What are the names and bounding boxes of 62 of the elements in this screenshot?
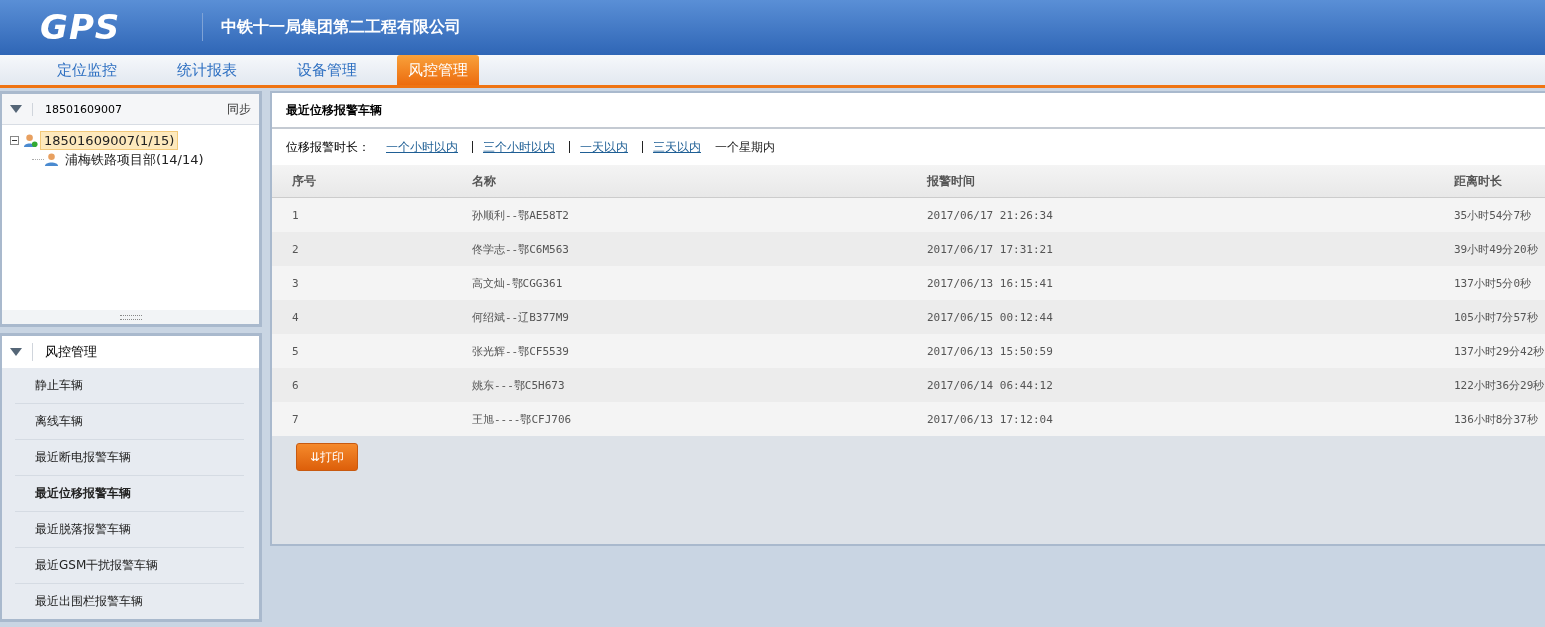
table-cell-text: 2017/06/17 21:26:34: [927, 208, 1054, 222]
menu-item[interactable]: 最近GSM干扰报警车辆: [15, 548, 244, 584]
nav-tab[interactable]: 设备管理: [277, 55, 377, 85]
menu-item[interactable]: 静止车辆: [15, 368, 244, 404]
sync-link[interactable]: 同步: [227, 100, 251, 118]
user-group-icon: [23, 133, 38, 148]
table-cell-text: 佟学志--鄂C6M563: [472, 241, 570, 257]
period-link[interactable]: 一个小时以内: [386, 138, 462, 156]
collapse-icon[interactable]: [10, 136, 19, 145]
table-cell-text: 4: [292, 310, 300, 324]
period-link[interactable]: 一个星期内: [715, 138, 779, 156]
table-cell-text: 105小时7分57秒: [1454, 309, 1539, 325]
table-cell-text: 张光辉--鄂CF5539: [472, 343, 570, 359]
menu-item[interactable]: 最近位移报警车辆: [15, 476, 244, 512]
table-cell-text: 2017/06/15 00:12:44: [927, 310, 1054, 324]
period-link[interactable]: 三个小时以内: [483, 138, 559, 156]
menu-item[interactable]: 离线车辆: [15, 404, 244, 440]
caret-icon[interactable]: [10, 105, 22, 113]
column-header: 名称: [472, 172, 497, 190]
table-cell-text: 137小时5分0秒: [1454, 275, 1533, 291]
table-cell-text: 2017/06/13 17:12:04: [927, 412, 1054, 426]
table-cell-text: 孙顺利--鄂AE58T2: [472, 207, 570, 223]
table-cell-text: 2017/06/13 16:15:41: [927, 276, 1054, 290]
table-cell-text: 2017/06/17 17:31:21: [927, 242, 1054, 256]
table-cell-text: 1: [292, 208, 300, 222]
user-icon: [44, 152, 59, 167]
period-link[interactable]: 一天以内: [580, 138, 632, 156]
company-name: 中铁十一局集团第二工程有限公司: [221, 16, 461, 38]
caret-icon[interactable]: [10, 348, 22, 356]
period-link[interactable]: 三天以内: [653, 138, 705, 156]
column-header: 序号: [292, 172, 317, 190]
table-cell-text: 2017/06/14 06:44:12: [927, 378, 1054, 392]
nav-tab[interactable]: 定位监控: [37, 55, 137, 85]
table-cell-text: 6: [292, 378, 300, 392]
table-cell: 122小时36分29秒: [1454, 377, 1545, 393]
filter-label: 位移报警时长：: [286, 138, 370, 156]
logo: GPS: [40, 7, 122, 48]
table-cell-text: 王旭----鄂CFJ706: [472, 411, 573, 427]
table-cell-text: 136小时8分37秒: [1454, 411, 1539, 427]
content-title: 最近位移报警车辆: [272, 93, 1545, 129]
table-cell-text: 2017/06/13 15:50:59: [927, 344, 1054, 358]
menu-item[interactable]: 最近出围栏报警车辆: [15, 584, 244, 619]
account-number: 18501609007: [32, 102, 227, 116]
table-cell-text: 7: [292, 412, 300, 426]
table-cell-text: 39小时49分20秒: [1454, 241, 1539, 257]
table-cell-text: 姚东---鄂C5H673: [472, 377, 566, 393]
tree-node[interactable]: 浦梅铁路项目部(14/14): [61, 148, 208, 171]
resize-handle[interactable]: [119, 314, 142, 320]
column-header: 报警时间: [927, 172, 976, 190]
tree-node[interactable]: 18501609007(1/15): [40, 131, 179, 150]
menu-item[interactable]: 最近脱落报警车辆: [15, 512, 244, 548]
table-cell-text: 35小时54分7秒: [1454, 207, 1533, 223]
table-cell: 137小时29分42秒: [1454, 343, 1545, 359]
table-cell-text: 何绍斌--辽B377M9: [472, 309, 570, 325]
table-cell-text: 高文灿-鄂CGG361: [472, 275, 564, 291]
table-cell-text: 5: [292, 344, 300, 358]
nav-tab[interactable]: 统计报表: [157, 55, 257, 85]
table-cell-text: 3: [292, 276, 300, 290]
menu-item[interactable]: 最近断电报警车辆: [15, 440, 244, 476]
column-header: 距离时长: [1454, 172, 1503, 190]
panel-title: 风控管理: [32, 343, 97, 361]
table-cell-text: 2: [292, 242, 300, 256]
